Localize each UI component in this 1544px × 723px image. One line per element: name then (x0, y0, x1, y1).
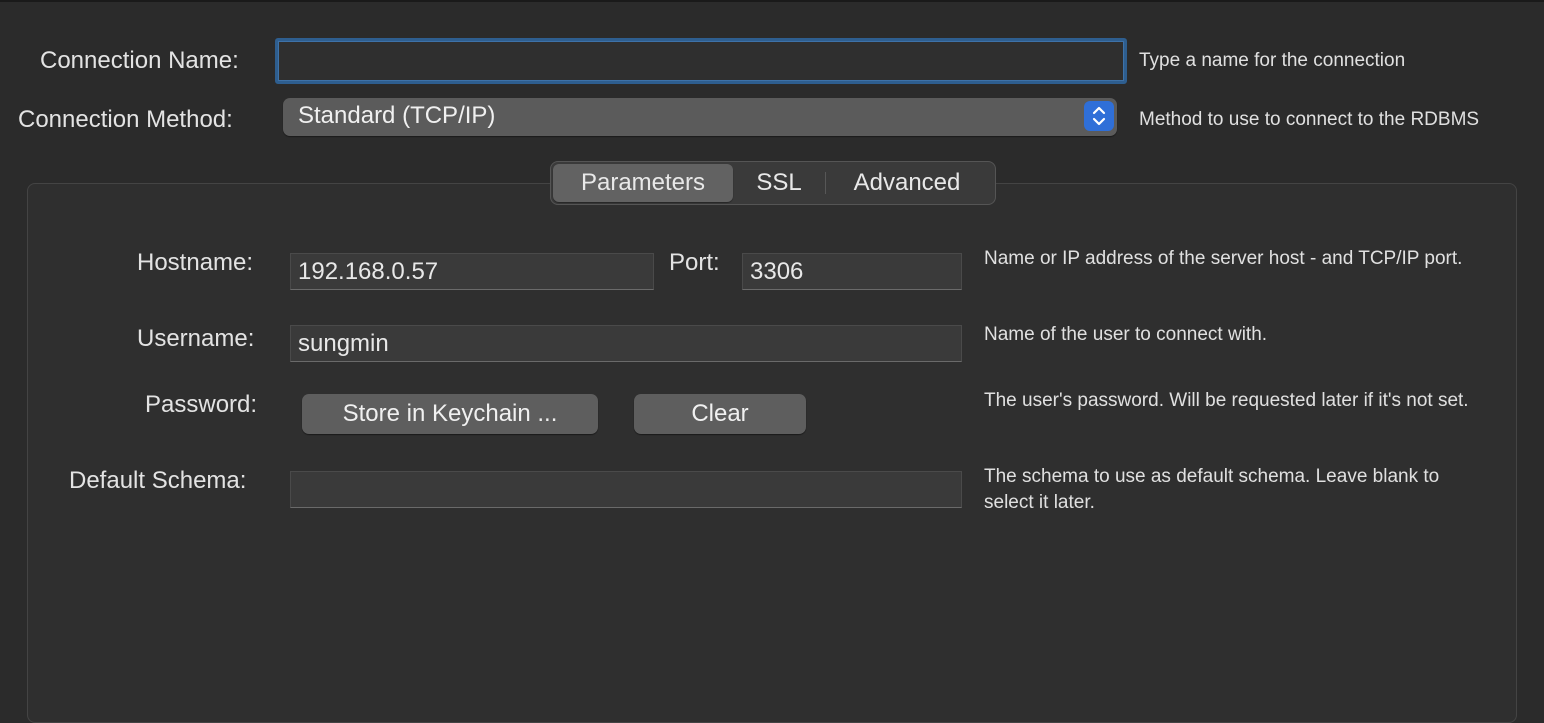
password-hint: The user's password. Will be requested l… (984, 390, 1469, 411)
tab-advanced[interactable]: Advanced (826, 164, 988, 202)
store-in-keychain-button[interactable]: Store in Keychain ... (302, 394, 598, 434)
connection-method-label: Connection Method: (18, 106, 233, 133)
default-schema-input[interactable] (290, 471, 962, 508)
tab-bar: Parameters SSL Advanced (550, 161, 996, 205)
connection-name-label: Connection Name: (40, 47, 239, 74)
port-label: Port: (669, 249, 720, 276)
connection-name-input[interactable] (275, 38, 1127, 84)
connection-name-hint: Type a name for the connection (1139, 50, 1406, 71)
port-input[interactable] (742, 253, 962, 290)
tab-ssl[interactable]: SSL (733, 164, 825, 202)
password-label: Password: (145, 391, 258, 418)
tab-parameters[interactable]: Parameters (553, 164, 733, 202)
default-schema-hint: The schema to use as default schema. Lea… (984, 466, 1440, 513)
chevron-up-down-icon (1084, 101, 1114, 131)
connection-method-hint: Method to use to connect to the RDBMS (1139, 109, 1480, 130)
hostname-input[interactable] (290, 253, 654, 290)
clear-password-button[interactable]: Clear (634, 394, 806, 434)
username-hint: Name of the user to connect with. (984, 324, 1268, 345)
hostname-label: Hostname: (137, 249, 254, 276)
username-label: Username: (137, 325, 255, 352)
default-schema-label: Default Schema: (69, 467, 247, 494)
username-input[interactable] (290, 325, 962, 362)
connection-method-select[interactable]: Standard (TCP/IP) (283, 98, 1117, 136)
window-top-edge (0, 0, 1544, 2)
connection-method-value: Standard (TCP/IP) (298, 102, 496, 129)
hostname-hint: Name or IP address of the server host - … (984, 248, 1463, 269)
